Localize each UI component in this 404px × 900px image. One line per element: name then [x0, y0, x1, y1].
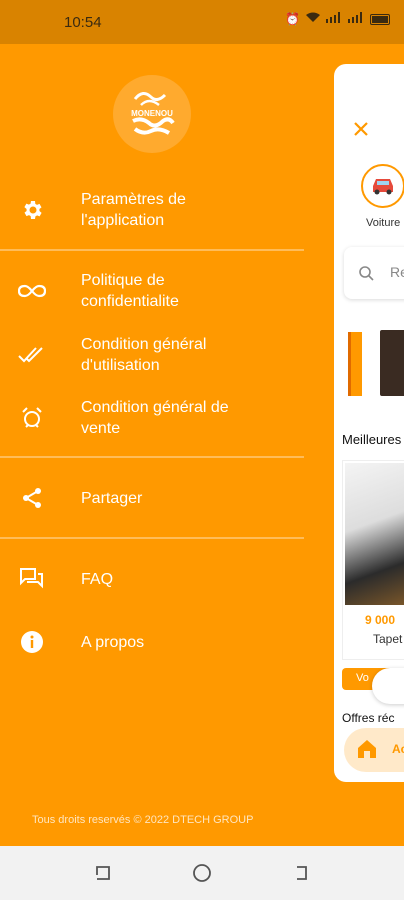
status-bar: 10:54 ⏰ — [0, 0, 404, 44]
floating-toggle[interactable] — [372, 668, 404, 704]
divider — [0, 456, 304, 458]
menu-item-label: FAQ — [81, 571, 114, 588]
gear-icon — [18, 196, 46, 224]
home-button-icon[interactable] — [191, 862, 213, 884]
offers-section-title: Offres réc — [342, 711, 395, 725]
menu-item-label: Condition général de vente — [81, 399, 229, 437]
product-price: 9 000 — [365, 613, 396, 627]
menu-item-privacy[interactable]: Politique de confidentialite — [0, 269, 304, 313]
alarm-icon — [18, 404, 46, 432]
menu-item-faq[interactable]: FAQ — [0, 557, 304, 601]
share-icon — [18, 484, 46, 512]
system-nav-bar — [0, 846, 404, 900]
alarm-status-icon: ⏰ — [285, 12, 300, 26]
search-placeholder: Re — [390, 264, 404, 280]
best-section-title: Meilleures — [342, 432, 402, 447]
menu-item-label: A propos — [81, 634, 145, 651]
promo-banner-image[interactable] — [380, 330, 404, 396]
forum-icon — [18, 565, 46, 593]
divider — [0, 249, 304, 251]
menu-item-label: Paramètres de l'application — [81, 191, 186, 229]
close-icon[interactable] — [352, 120, 370, 138]
infinity-icon — [18, 277, 46, 305]
back-icon[interactable] — [289, 862, 311, 884]
car-icon — [373, 179, 393, 195]
product-name: Tapet — [373, 632, 403, 646]
signal-icon — [326, 12, 342, 26]
product-image — [345, 463, 404, 605]
battery-icon — [370, 13, 390, 25]
double-check-icon — [18, 341, 46, 369]
product-card[interactable]: 9 000 Tapet — [342, 460, 404, 660]
status-icons: ⏰ — [285, 12, 390, 26]
nav-home-label: Ac — [392, 742, 404, 756]
menu-item-settings[interactable]: Paramètres de l'application — [0, 188, 304, 232]
search-icon — [358, 265, 374, 286]
home-icon[interactable] — [356, 738, 378, 765]
menu-item-about[interactable]: A propos — [0, 620, 304, 664]
main-screen-preview[interactable]: Voiture Re Meilleures 9 000 Tapet Vo Off… — [334, 64, 404, 782]
info-icon — [18, 628, 46, 656]
handshake-logo-icon: MONENOU — [131, 92, 175, 135]
divider — [0, 537, 304, 539]
menu-item-terms-of-use[interactable]: Condition général d'utilisation — [0, 333, 304, 377]
menu-item-terms-of-sale[interactable]: Condition général de vente — [0, 396, 304, 440]
bottom-nav[interactable]: Ac — [344, 728, 404, 772]
menu-item-label: Politique de confidentialite — [81, 272, 179, 310]
category-label: Voiture — [366, 217, 401, 229]
search-bar[interactable]: Re — [344, 247, 404, 299]
see-more-label: Vo — [356, 672, 369, 684]
menu-item-label: Partager — [81, 490, 143, 507]
recents-icon[interactable] — [92, 862, 114, 884]
menu-item-label: Condition général d'utilisation — [81, 336, 207, 374]
wifi-icon — [306, 12, 320, 26]
status-time: 10:54 — [64, 14, 102, 31]
menu-item-share[interactable]: Partager — [0, 476, 304, 520]
signal-icon-2 — [348, 12, 364, 26]
category-car-button[interactable] — [361, 164, 404, 208]
svg-text:MONENOU: MONENOU — [131, 109, 173, 118]
promo-banner[interactable] — [348, 332, 362, 396]
copyright-text: Tous droits reservés © 2022 DTECH GROUP — [32, 814, 254, 826]
app-logo: MONENOU — [113, 75, 191, 153]
